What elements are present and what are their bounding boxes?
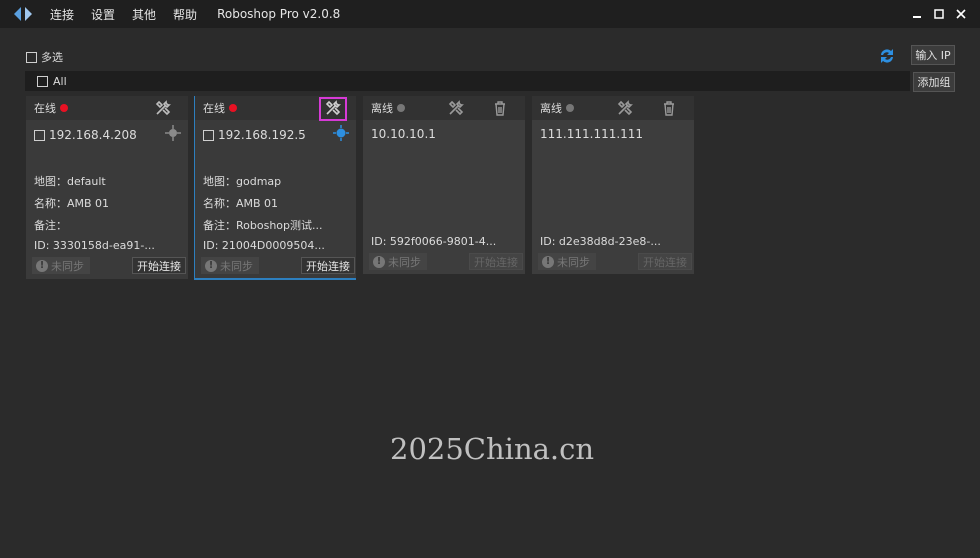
card-checkbox[interactable] — [203, 129, 214, 141]
app-title: Roboshop Pro v2.0.8 — [217, 7, 341, 21]
status-dot-icon — [566, 104, 574, 112]
wrench-hammer-icon[interactable] — [154, 99, 172, 117]
all-label: All — [53, 74, 67, 88]
start-connect-button[interactable]: 开始连接 — [469, 253, 523, 270]
exclamation-icon: ! — [36, 259, 48, 272]
sync-status: ! 未同步 — [538, 253, 596, 270]
card-ip: 111.111.111.111 — [540, 127, 644, 141]
trash-icon[interactable] — [660, 99, 678, 117]
title-bar: 连接 设置 其他 帮助 Roboshop Pro v2.0.8 — [0, 0, 980, 28]
card-name: 名称：AMB 01 — [34, 197, 110, 210]
card-name: 名称：AMB 01 — [203, 197, 279, 210]
add-group-button[interactable]: 添加组 — [913, 72, 955, 92]
maximize-icon[interactable] — [928, 6, 950, 22]
card-id: ID: 592f0066-9801-4... — [371, 235, 497, 248]
multi-select-checkbox[interactable] — [26, 51, 37, 63]
highlight-box — [319, 97, 347, 121]
status-dot-icon — [397, 104, 405, 112]
robot-card[interactable]: 在线 192.168.192.5 地图：godmap 名称：AMB 01 备注：… — [194, 96, 356, 280]
start-connect-button[interactable]: 开始连接 — [301, 257, 355, 274]
card-note: 备注：Roboshop测试... — [203, 219, 323, 232]
input-ip-button[interactable]: 输入 IP — [911, 45, 955, 65]
card-ip: 192.168.192.5 — [218, 128, 306, 142]
all-checkbox[interactable] — [37, 75, 48, 87]
card-footer: ! 未同步 开始连接 — [369, 253, 523, 270]
card-map: 地图：default — [34, 175, 106, 188]
status-label: 离线 — [371, 102, 393, 115]
exclamation-icon: ! — [373, 255, 385, 268]
card-ip-row: 192.168.192.5 — [195, 127, 356, 143]
exclamation-icon: ! — [542, 255, 554, 268]
window-controls — [906, 6, 972, 22]
robot-card[interactable]: 离线 111.111.111.111 ID: d2e38d8d-23e8-...… — [532, 96, 694, 274]
status-label: 离线 — [540, 102, 562, 115]
menu-help[interactable]: 帮助 — [173, 6, 197, 23]
locate-icon[interactable] — [333, 125, 349, 141]
menu-connect[interactable]: 连接 — [50, 6, 74, 23]
card-footer: ! 未同步 开始连接 — [201, 257, 355, 274]
app-logo-icon — [12, 3, 34, 25]
card-footer: ! 未同步 开始连接 — [538, 253, 692, 270]
trash-icon[interactable] — [491, 99, 509, 117]
card-ip: 10.10.10.1 — [371, 127, 436, 141]
multi-select[interactable]: 多选 — [26, 49, 63, 65]
card-id: ID: 3330158d-ea91-... — [34, 239, 155, 252]
card-footer: ! 未同步 开始连接 — [32, 257, 186, 274]
card-checkbox[interactable] — [34, 129, 45, 141]
refresh-icon[interactable] — [878, 47, 896, 65]
card-map: 地图：godmap — [203, 175, 282, 188]
menu-bar: 连接 设置 其他 帮助 — [50, 6, 214, 23]
menu-settings[interactable]: 设置 — [91, 6, 115, 23]
minimize-icon[interactable] — [906, 6, 928, 22]
card-id: ID: d2e38d8d-23e8-... — [540, 235, 661, 248]
card-note: 备注： — [34, 219, 67, 232]
menu-other[interactable]: 其他 — [132, 6, 156, 23]
multi-select-label: 多选 — [41, 51, 63, 64]
card-header: 离线 — [363, 96, 525, 120]
robot-card[interactable]: 在线 192.168.4.208 地图：default 名称：AMB 01 备注… — [26, 96, 188, 279]
sync-status: ! 未同步 — [201, 257, 259, 274]
status-dot-icon — [229, 104, 237, 112]
status-label: 在线 — [34, 102, 56, 115]
watermark: 2025China.cn — [390, 432, 595, 466]
status-label: 在线 — [203, 102, 225, 115]
sync-status: ! 未同步 — [369, 253, 427, 270]
start-connect-button[interactable]: 开始连接 — [638, 253, 692, 270]
status-dot-icon — [60, 104, 68, 112]
card-ip-row: 192.168.4.208 — [26, 127, 188, 143]
card-header: 在线 — [26, 96, 188, 120]
wrench-hammer-icon[interactable] — [616, 99, 634, 117]
close-icon[interactable] — [950, 6, 972, 22]
card-header: 离线 — [532, 96, 694, 120]
start-connect-button[interactable]: 开始连接 — [132, 257, 186, 274]
locate-icon[interactable] — [165, 125, 181, 141]
group-all-bar: All — [25, 71, 910, 91]
sync-status: ! 未同步 — [32, 257, 90, 274]
wrench-hammer-icon[interactable] — [447, 99, 465, 117]
exclamation-icon: ! — [205, 259, 217, 272]
card-id: ID: 21004D0009504... — [203, 239, 325, 252]
robot-card[interactable]: 离线 10.10.10.1 ID: 592f0066-9801-4... ! 未同… — [363, 96, 525, 274]
card-ip: 192.168.4.208 — [49, 128, 137, 142]
